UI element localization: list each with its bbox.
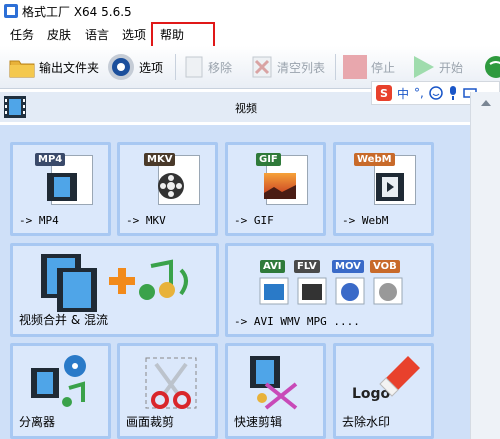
stop-label: 停止 [371, 60, 396, 75]
stop-button[interactable]: 停止 [342, 52, 395, 82]
sogou-logo: S [376, 85, 392, 101]
tile-splitter[interactable]: 分离器 [10, 343, 111, 439]
tile-caption: -> MKV [126, 214, 166, 227]
scissors-icon [145, 357, 197, 409]
tile-to-gif[interactable]: GIF -> GIF [225, 142, 326, 236]
eraser-icon [379, 356, 420, 397]
webm-tag: WebM [354, 153, 395, 166]
tile-caption: 快速剪辑 [234, 415, 283, 429]
vertical-scrollbar[interactable] [470, 92, 500, 439]
film-strip-icon [376, 173, 404, 201]
tile-to-avi-wmv-mpg[interactable]: AVI FLV MOV VOB -> AVI WMV MPG .... [225, 243, 434, 337]
tile-caption: 画面裁剪 [126, 415, 175, 429]
clear-list-button[interactable]: 清空列表 [250, 52, 325, 82]
toolbar-separator [335, 54, 336, 80]
remove-label: 移除 [208, 60, 233, 75]
title-bar: 格式工厂 X64 5.6.5 [0, 0, 500, 22]
play-icon [414, 56, 434, 78]
toolbar-separator [175, 54, 176, 80]
tile-quick-edit[interactable]: 快速剪辑 [225, 343, 326, 439]
tile-caption: -> AVI WMV MPG .... [234, 315, 360, 328]
start-button[interactable]: 开始 [410, 52, 463, 82]
mov-tag: MOV [332, 260, 364, 273]
quick-cut-icon [250, 356, 298, 410]
folder-icon [9, 60, 35, 78]
tile-caption: -> GIF [234, 214, 274, 227]
ime-lang[interactable]: 中 [397, 85, 409, 102]
tile-caption: 视频合并 & 混流 [19, 313, 108, 327]
film-icon [4, 96, 26, 118]
tile-remove-watermark[interactable]: Logo 去除水印 [333, 343, 434, 439]
avi-tag: AVI [260, 260, 285, 273]
gif-tag: GIF [256, 153, 281, 166]
tile-to-mkv[interactable]: MKV -> MKV [117, 142, 218, 236]
output-folder-label: 输出文件夹 [39, 60, 100, 75]
tile-to-mp4[interactable]: MP4 -> MP4 [10, 142, 111, 236]
window-title: 格式工厂 X64 5.6.5 [22, 5, 132, 19]
options-button[interactable]: 选项 [106, 52, 163, 82]
clear-list-label: 清空列表 [277, 60, 326, 75]
remove-button[interactable]: 移除 [183, 52, 232, 82]
app-logo-icon [4, 4, 18, 18]
film-reel-icon [158, 173, 184, 199]
gear-icon [108, 54, 134, 80]
tile-caption: 去除水印 [342, 415, 391, 429]
options-label: 选项 [139, 60, 164, 75]
music-note-icon [139, 259, 188, 300]
microphone-icon[interactable] [448, 86, 458, 100]
film-strip-icon [47, 173, 77, 201]
remove-file-icon [185, 56, 203, 78]
menu-skin[interactable]: 皮肤 [47, 26, 71, 43]
menu-language[interactable]: 语言 [85, 26, 109, 43]
mp4-tag: MP4 [35, 153, 66, 166]
sunset-image-icon [264, 173, 296, 199]
mkv-tag: MKV [144, 153, 176, 166]
tile-caption: -> MP4 [19, 214, 59, 227]
plus-icon [109, 268, 135, 294]
tile-video-merge[interactable]: 视频合并 & 混流 [10, 243, 219, 337]
ime-punct[interactable]: °, [414, 86, 424, 100]
tile-caption: -> WebM [342, 214, 389, 227]
splitter-icon [31, 355, 86, 407]
format-icons-row [259, 277, 403, 305]
scroll-up-arrow-icon[interactable] [481, 100, 491, 106]
film-stack-icon [41, 254, 97, 312]
tile-crop[interactable]: 画面裁剪 [117, 343, 218, 439]
clear-list-icon [252, 56, 272, 78]
tile-caption: 分离器 [19, 415, 56, 429]
output-folder-button[interactable]: 输出文件夹 [8, 52, 99, 82]
video-tools-panel: MP4 -> MP4 MKV -> MKV GIF -> GIF WebM ->… [0, 125, 470, 439]
menu-task[interactable]: 任务 [10, 26, 34, 43]
start-label: 开始 [439, 60, 464, 75]
section-label: 视频 [235, 102, 257, 115]
stop-icon [343, 55, 367, 79]
emoji-icon[interactable] [429, 86, 443, 100]
menu-bar: 任务 皮肤 语言 选项 帮助 [0, 22, 500, 46]
vob-tag: VOB [370, 260, 400, 273]
menu-options[interactable]: 选项 [122, 26, 146, 43]
globe-icon[interactable] [482, 54, 500, 80]
tile-to-webm[interactable]: WebM -> WebM [333, 142, 434, 236]
flv-tag: FLV [294, 260, 320, 273]
